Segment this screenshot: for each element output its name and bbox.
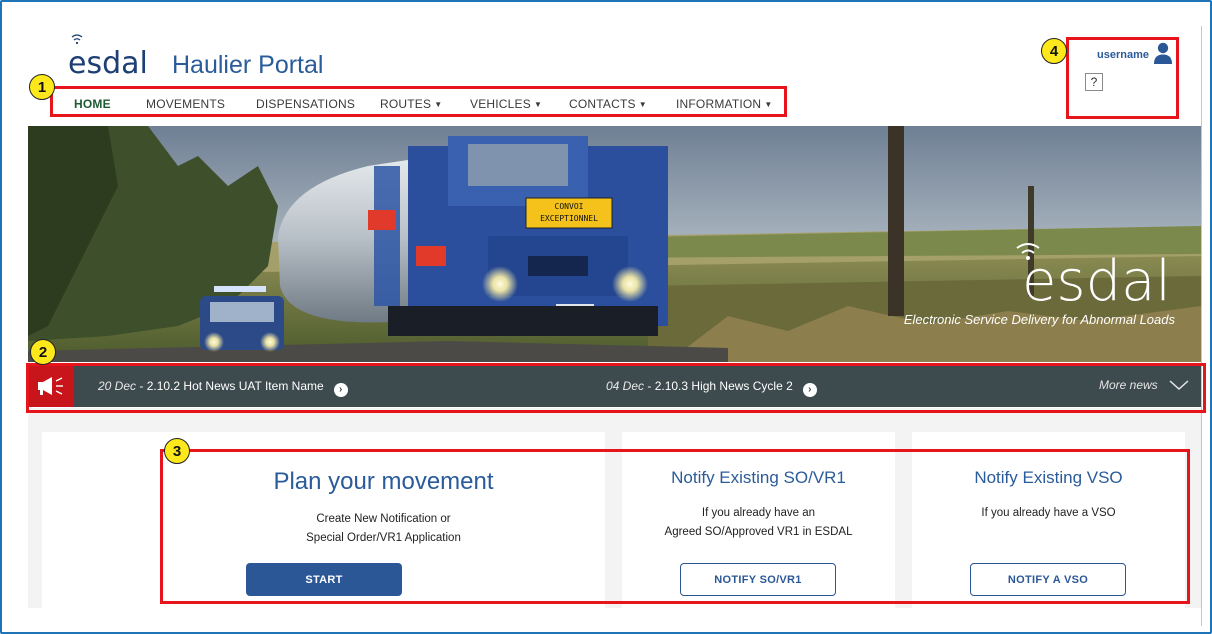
esdal-logo[interactable]: esdal bbox=[68, 32, 148, 84]
annotation-box-cards bbox=[160, 449, 1190, 604]
truck-sign-line2: EXCEPTIONNEL bbox=[540, 214, 598, 223]
annotation-marker: 1 bbox=[29, 74, 55, 100]
annotation-box-user bbox=[1066, 37, 1179, 119]
wifi-icon bbox=[71, 34, 83, 45]
page-edge-divider bbox=[1201, 26, 1202, 626]
truck-sign-line1: CONVOI bbox=[555, 202, 584, 211]
hero-tagline: Electronic Service Delivery for Abnormal… bbox=[903, 312, 1175, 327]
logo-text: esdal bbox=[68, 46, 148, 81]
annotation-marker: 2 bbox=[30, 339, 56, 365]
hero-banner: CONVOI EXCEPTIONNEL esdal Electronic Ser… bbox=[28, 126, 1201, 362]
hero-logo-text: esdal bbox=[1021, 249, 1171, 314]
annotation-box-nav bbox=[50, 86, 787, 117]
annotation-marker: 3 bbox=[164, 438, 190, 464]
wifi-icon bbox=[1016, 243, 1040, 260]
annotation-marker: 4 bbox=[1041, 38, 1067, 64]
annotation-box-news bbox=[26, 363, 1206, 413]
hero-esdal-logo: esdal bbox=[1016, 242, 1171, 314]
portal-title: Haulier Portal bbox=[172, 51, 324, 79]
